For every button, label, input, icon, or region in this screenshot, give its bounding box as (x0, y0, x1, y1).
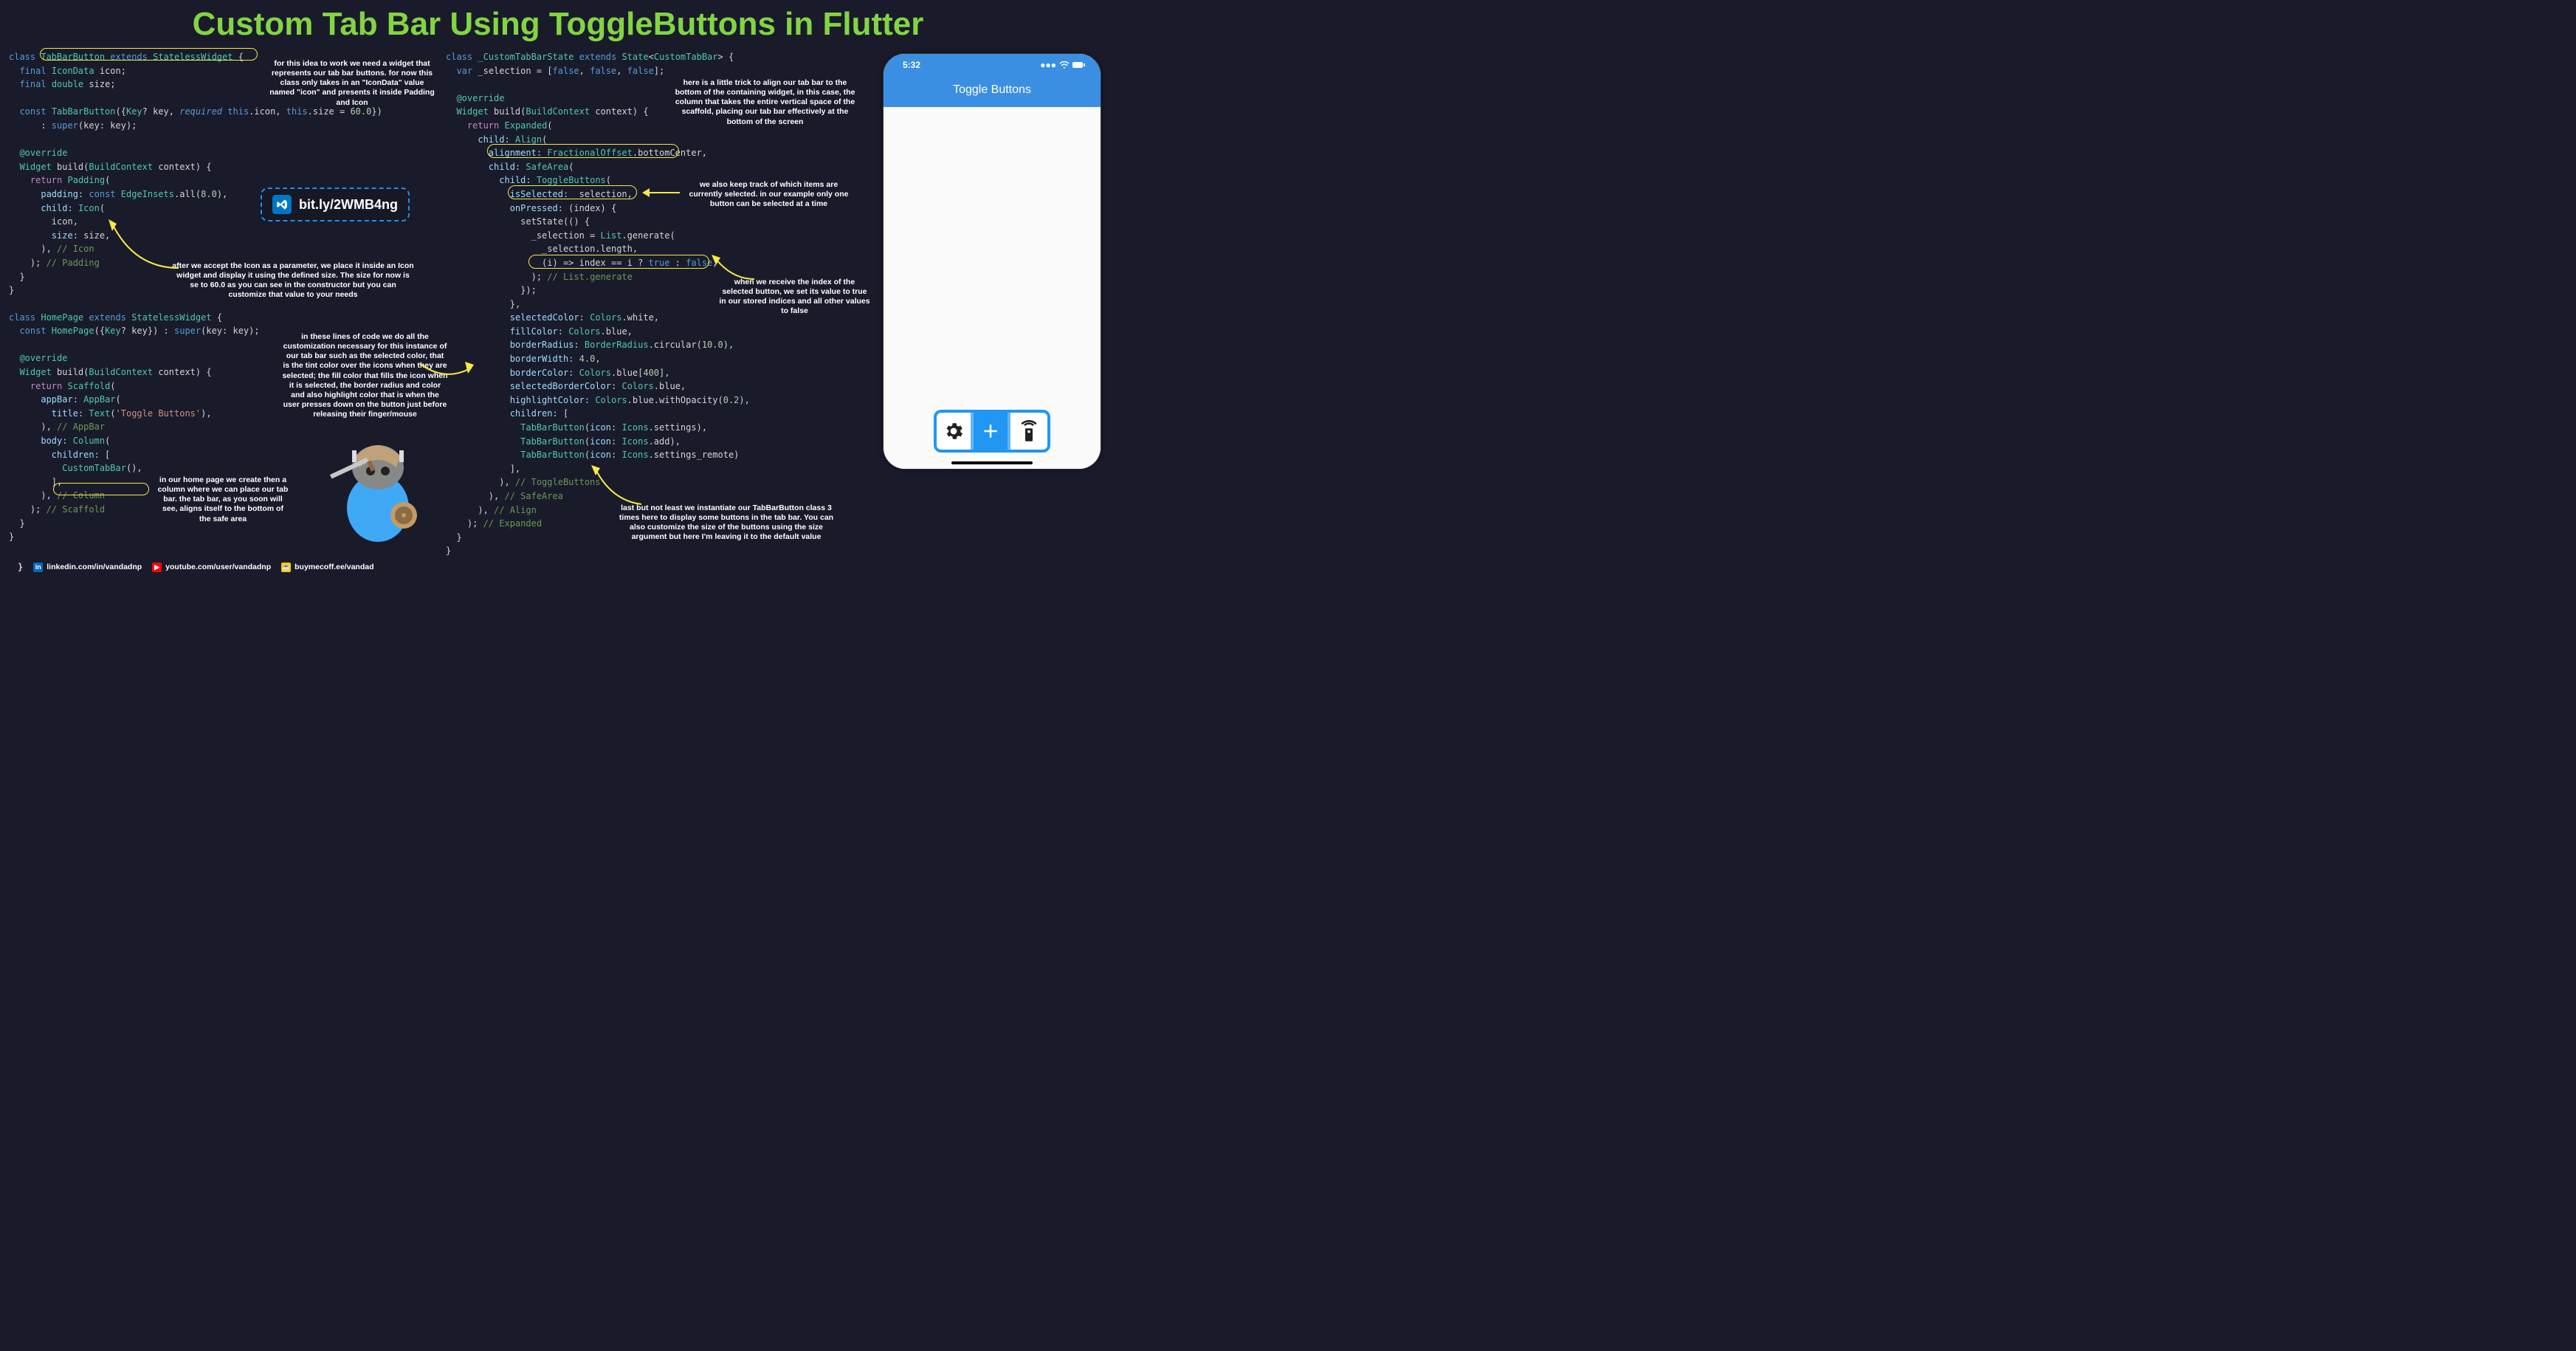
buymecoffee-icon: ☕ (281, 563, 291, 572)
footer-buymecoffee-text: buymecoff.ee/vandad (295, 563, 373, 571)
footer-youtube[interactable]: ▶ youtube.com/user/vandadnp (152, 563, 271, 572)
youtube-icon: ▶ (152, 563, 162, 572)
wifi-icon (1059, 61, 1070, 69)
annotation-6: we also keep track of which items are cu… (682, 180, 855, 209)
annotation-3: in these lines of code we do all the cus… (282, 332, 448, 419)
link-text: bit.ly/2WMB4ng (299, 197, 398, 213)
annotation-5: here is a little trick to align our tab … (671, 78, 859, 127)
add-icon (979, 420, 1002, 442)
vscode-link-pill[interactable]: bit.ly/2WMB4ng (261, 188, 410, 221)
page-title: Custom Tab Bar Using ToggleButtons in Fl… (9, 6, 1107, 43)
home-indicator (951, 461, 1033, 464)
tab-add[interactable] (974, 413, 1010, 450)
footer-youtube-text: youtube.com/user/vandadnp (165, 563, 271, 571)
phone-time: 5:32 (903, 60, 920, 70)
annotation-4: in our home page we create then a column… (156, 475, 289, 524)
settings-icon (943, 420, 965, 442)
annotation-1: for this idea to work we need a widget t… (267, 59, 437, 108)
battery-icon (1072, 61, 1086, 69)
mascot-character (326, 427, 430, 545)
code-column-left: class TabBarButton extends StatelessWidg… (9, 50, 437, 544)
vscode-icon (272, 195, 292, 214)
annotation-8: last but not least we instantiate our Ta… (612, 503, 841, 543)
linkedin-icon: in (33, 563, 43, 572)
phone-mockup: 5:32 ●●● Toggle Buttons (883, 53, 1101, 470)
phone-statusbar: 5:32 ●●● (884, 54, 1101, 76)
tab-settings[interactable] (937, 413, 974, 450)
footer-buymecoffee[interactable]: ☕ buymecoff.ee/vandad (281, 563, 373, 572)
footer-linkedin-text: linkedin.com/in/vandadnp (47, 563, 142, 571)
settings-remote-icon (1018, 420, 1040, 442)
signal-icon: ●●● (1040, 60, 1056, 70)
annotation-7: when we receive the index of the selecte… (719, 278, 870, 317)
code-column-right: class _CustomTabBarState extends State<C… (446, 50, 874, 558)
phone-appbar-title: Toggle Buttons (884, 76, 1101, 107)
footer-linkedin[interactable]: in linkedin.com/in/vandadnp (33, 563, 142, 572)
phone-preview-column: 5:32 ●●● Toggle Buttons (883, 50, 1104, 470)
phone-body (884, 107, 1101, 469)
tab-settings-remote[interactable] (1010, 413, 1047, 450)
annotation-2: after we accept the Icon as a parameter,… (171, 261, 415, 300)
toggle-buttons-bar[interactable] (934, 410, 1050, 453)
